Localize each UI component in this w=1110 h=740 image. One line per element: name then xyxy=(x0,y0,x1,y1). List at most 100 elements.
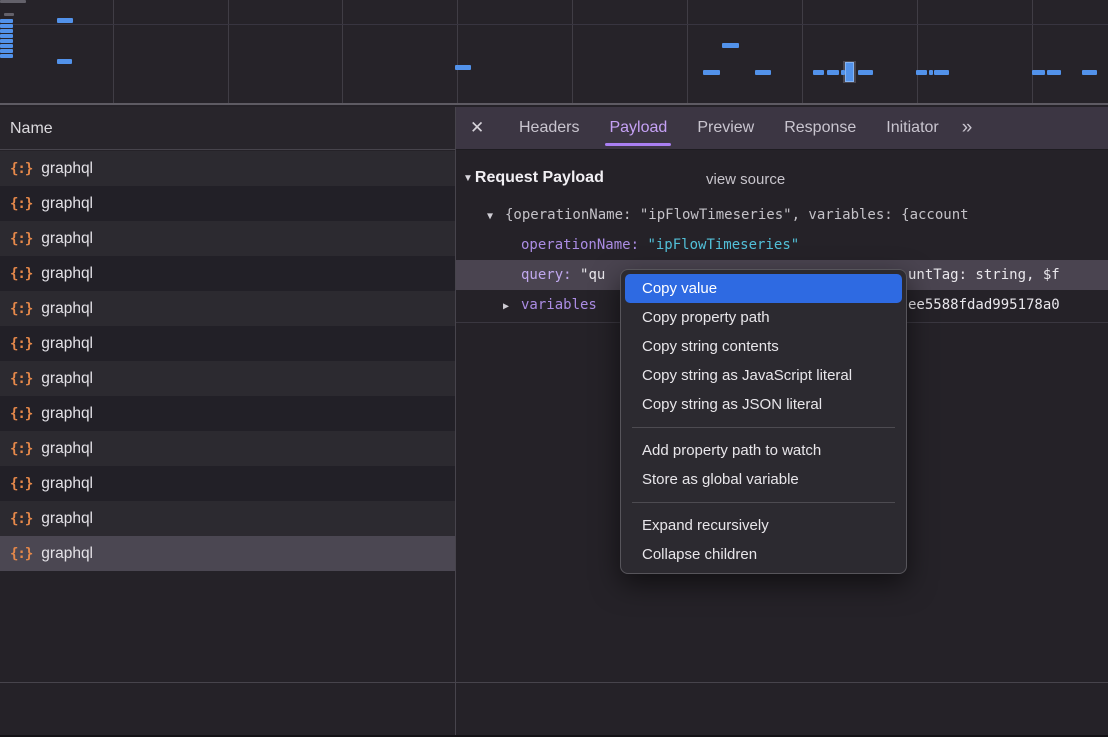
json-braces-icon: {:} xyxy=(10,336,32,352)
request-name: graphql xyxy=(41,300,93,318)
request-timing-bar xyxy=(755,70,771,75)
details-tab-bar: ✕ Headers Payload Preview Response Initi… xyxy=(456,107,1108,150)
request-name: graphql xyxy=(41,230,93,248)
payload-preview-text: {operationName: "ipFlowTimeseries", vari… xyxy=(505,207,969,223)
property-value-right-fragment: untTag: string, $f xyxy=(908,260,1060,290)
menu-item-add-property-path-to-watch[interactable]: Add property path to watch xyxy=(625,436,902,465)
tab-response[interactable]: Response xyxy=(784,107,856,149)
overview-gridline xyxy=(113,0,114,103)
name-column-header[interactable]: Name xyxy=(0,107,455,150)
json-braces-icon: {:} xyxy=(10,266,32,282)
request-timing-bar xyxy=(813,70,824,75)
json-braces-icon: {:} xyxy=(10,546,32,562)
expander-closed-icon[interactable]: ▶ xyxy=(503,292,521,320)
json-braces-icon: {:} xyxy=(10,511,32,527)
property-value-string: "ipFlowTimeseries" xyxy=(647,237,799,253)
payload-row-operation-name[interactable]: operationName: "ipFlowTimeseries" xyxy=(456,230,1108,260)
menu-item-copy-string-js-literal[interactable]: Copy string as JavaScript literal xyxy=(625,361,902,390)
menu-item-collapse-children[interactable]: Collapse children xyxy=(625,540,902,569)
request-name: graphql xyxy=(41,475,93,493)
table-row[interactable]: {:} graphql xyxy=(0,151,455,186)
request-timing-bar xyxy=(1047,70,1061,75)
overview-gridline xyxy=(687,0,688,103)
more-tabs-icon[interactable]: » xyxy=(962,117,973,139)
json-braces-icon: {:} xyxy=(10,301,32,317)
menu-separator xyxy=(632,502,895,503)
request-timing-bar xyxy=(0,34,13,38)
request-name: graphql xyxy=(41,405,93,423)
request-timing-bar xyxy=(455,65,471,70)
window-bottom-edge xyxy=(0,735,1108,737)
overview-gridline xyxy=(342,0,343,103)
table-row[interactable]: {:} graphql xyxy=(0,326,455,361)
request-name: graphql xyxy=(41,265,93,283)
request-timing-bar xyxy=(841,70,845,75)
section-title: Request Payload xyxy=(475,169,604,187)
tab-payload[interactable]: Payload xyxy=(609,107,667,149)
table-row[interactable]: {:} graphql xyxy=(0,291,455,326)
request-name: graphql xyxy=(41,335,93,353)
json-braces-icon: {:} xyxy=(10,231,32,247)
property-key: query: xyxy=(521,267,572,283)
overview-gridline xyxy=(457,0,458,103)
section-expander-icon[interactable]: ▼ xyxy=(463,173,473,184)
request-timing-bar xyxy=(703,70,720,75)
close-icon[interactable]: ✕ xyxy=(470,118,504,138)
payload-root-row[interactable]: ▼{operationName: "ipFlowTimeseries", var… xyxy=(456,200,1108,230)
table-row[interactable]: {:}graphql xyxy=(0,466,455,501)
table-row-selected[interactable]: {:}graphql xyxy=(0,536,455,571)
table-row[interactable]: {:}graphql xyxy=(0,501,455,536)
request-name: graphql xyxy=(41,370,93,388)
request-timing-bar xyxy=(0,49,13,53)
table-row[interactable]: {:}graphql xyxy=(0,186,455,221)
tab-headers[interactable]: Headers xyxy=(519,107,579,149)
property-value-left: "qu xyxy=(580,267,605,283)
menu-separator xyxy=(632,427,895,428)
menu-item-store-as-global-variable[interactable]: Store as global variable xyxy=(625,465,902,494)
request-list-panel: Name {:} graphql {:} graphql {:} graphql {:… xyxy=(0,107,455,682)
request-name: graphql xyxy=(41,160,93,178)
request-timing-bar xyxy=(0,54,13,58)
table-row[interactable]: {:} graphql xyxy=(0,396,455,431)
overview-gridline xyxy=(917,0,918,103)
network-overview-timeline[interactable] xyxy=(0,0,1108,105)
overview-hover-tick xyxy=(846,63,853,81)
menu-item-copy-string-json-literal[interactable]: Copy string as JSON literal xyxy=(625,390,902,419)
menu-item-copy-string-contents[interactable]: Copy string contents xyxy=(625,332,902,361)
menu-item-copy-value[interactable]: Copy value xyxy=(625,274,902,303)
request-timing-bar xyxy=(722,43,739,48)
request-timing-bar xyxy=(916,70,927,75)
table-row[interactable]: {:} graphql xyxy=(0,221,455,256)
menu-item-expand-recursively[interactable]: Expand recursively xyxy=(625,511,902,540)
request-timing-bar xyxy=(0,29,13,33)
json-braces-icon: {:} xyxy=(10,406,32,422)
request-timing-bar xyxy=(0,0,26,3)
request-timing-bar xyxy=(858,70,873,75)
tab-preview[interactable]: Preview xyxy=(697,107,754,149)
table-row[interactable]: {:}graphql xyxy=(0,431,455,466)
property-key: variables xyxy=(521,297,597,313)
json-braces-icon: {:} xyxy=(10,161,32,177)
table-row[interactable]: {:}graphql xyxy=(0,361,455,396)
request-timing-bar xyxy=(0,44,13,48)
request-timing-bar xyxy=(57,18,73,23)
request-timing-bar xyxy=(0,19,13,23)
property-value-right-fragment: ee5588fdad995178a0 xyxy=(908,290,1060,320)
expander-open-icon[interactable]: ▼ xyxy=(487,202,505,230)
context-menu: Copy value Copy property path Copy strin… xyxy=(620,269,907,574)
devtools-window: Name {:} graphql {:} graphql {:} graphql {:… xyxy=(0,0,1108,737)
request-timing-bar xyxy=(1032,70,1045,75)
request-timing-bar xyxy=(0,24,13,28)
request-rows: {:} graphql {:} graphql {:} graphql {:} grap… xyxy=(0,151,455,571)
footer-separator xyxy=(0,682,1108,683)
request-timing-bar xyxy=(1082,70,1097,75)
overview-gridline xyxy=(1032,0,1033,103)
view-source-link[interactable]: view source xyxy=(706,171,785,188)
tab-initiator[interactable]: Initiator xyxy=(886,107,938,149)
request-timing-bar xyxy=(929,70,933,75)
menu-item-copy-property-path[interactable]: Copy property path xyxy=(625,303,902,332)
request-name: graphql xyxy=(41,440,93,458)
table-row[interactable]: {:} graphql xyxy=(0,256,455,291)
request-timing-bar xyxy=(0,39,13,43)
overview-gridline xyxy=(0,24,1108,25)
